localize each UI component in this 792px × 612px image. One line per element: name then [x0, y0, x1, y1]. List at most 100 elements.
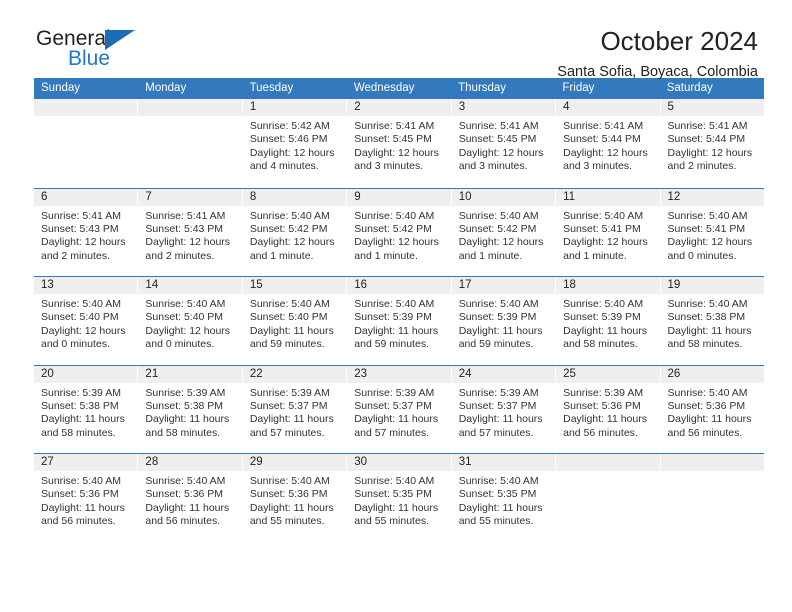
- day-number: [660, 454, 764, 471]
- weekday-header-thursday: Thursday: [458, 82, 507, 94]
- daylight-text: Daylight: 11 hours and 58 minutes.: [563, 324, 647, 351]
- general-blue-logo[interactable]: General Blue: [36, 28, 236, 80]
- sunrise-text: Sunrise: 5:39 AM: [563, 386, 644, 399]
- sunset-text: Sunset: 5:38 PM: [41, 399, 119, 412]
- daylight-text: Daylight: 11 hours and 58 minutes.: [667, 324, 752, 351]
- calendar-day-cell[interactable]: 17 Sunrise: 5:40 AM Sunset: 5:39 PM Dayligh…: [451, 277, 557, 365]
- day-number: 6: [34, 188, 138, 206]
- calendar-week-row: 6 Sunrise: 5:41 AM Sunset: 5:43 PM Daylight…: [34, 187, 764, 277]
- calendar-day-cell[interactable]: 23 Sunrise: 5:39 AM Sunset: 5:37 PM Dayligh…: [347, 365, 452, 453]
- calendar-day-cell[interactable]: 5 Sunrise: 5:41 AM Sunset: 5:44 PM Daylight…: [660, 99, 764, 188]
- calendar-day-cell[interactable]: 24 Sunrise: 5:39 AM Sunset: 5:37 PM Dayligh…: [451, 365, 557, 453]
- weekday-header-wednesday: Wednesday: [353, 82, 415, 94]
- sunrise-text: Sunrise: 5:40 AM: [249, 298, 330, 310]
- sunrise-text: Sunrise: 5:40 AM: [145, 475, 226, 487]
- calendar-day-cell[interactable]: 2 Sunrise: 5:41 AM Sunset: 5:45 PM Daylight…: [347, 99, 452, 188]
- calendar-day-cell[interactable]: 28 Sunrise: 5:40 AM Sunset: 5:36 PM Dayligh…: [138, 454, 243, 542]
- day-number: 10: [451, 188, 556, 206]
- sunset-text: Sunset: 5:36 PM: [563, 399, 641, 412]
- daylight-text: Daylight: 12 hours and 0 minutes.: [667, 236, 753, 262]
- daylight-text: Daylight: 12 hours and 2 minutes.: [145, 236, 231, 262]
- calendar-week-row: 1 Sunrise: 5:42 AM Sunset: 5:46 PM Daylight…: [34, 99, 764, 188]
- page-title: October 2024: [600, 26, 758, 56]
- calendar-day-cell[interactable]: 16 Sunrise: 5:40 AM Sunset: 5:39 PM Dayligh…: [347, 277, 452, 365]
- day-number: 31: [451, 454, 556, 471]
- daylight-text: Daylight: 11 hours and 59 minutes.: [458, 324, 543, 351]
- calendar-week-row: 27 Sunrise: 5:40 AM Sunset: 5:36 PM Dayligh…: [34, 453, 764, 542]
- day-sun-info: Sunrise: 5:41 AM Sunset: 5:45 PM Daylight:…: [347, 116, 450, 174]
- calendar-day-cell[interactable]: 19 Sunrise: 5:40 AM Sunset: 5:38 PM Dayligh…: [660, 277, 764, 365]
- calendar-day-cell[interactable]: 6 Sunrise: 5:41 AM Sunset: 5:43 PM Daylight…: [34, 188, 139, 276]
- day-number: 22: [242, 365, 347, 383]
- sunset-text: Sunset: 5:40 PM: [41, 311, 119, 324]
- daylight-text: Daylight: 11 hours and 55 minutes.: [458, 501, 543, 528]
- calendar-week-row: 13 Sunrise: 5:40 AM Sunset: 5:40 PM Dayligh…: [34, 276, 764, 365]
- calendar-day-cell[interactable]: 10 Sunrise: 5:40 AM Sunset: 5:42 PM Dayligh…: [451, 188, 557, 276]
- sunrise-text: Sunrise: 5:40 AM: [563, 209, 644, 222]
- day-sun-info: Sunrise: 5:40 AM Sunset: 5:40 PM Daylight:…: [34, 294, 137, 352]
- sunset-text: Sunset: 5:42 PM: [354, 222, 432, 235]
- calendar-day-cell[interactable]: 30 Sunrise: 5:40 AM Sunset: 5:35 PM Dayligh…: [347, 454, 452, 542]
- day-sun-info: Sunrise: 5:39 AM Sunset: 5:37 PM Daylight:…: [243, 383, 346, 441]
- calendar-day-cell[interactable]: 3 Sunrise: 5:41 AM Sunset: 5:45 PM Daylight…: [451, 99, 557, 188]
- calendar-day-cell[interactable]: 31 Sunrise: 5:40 AM Sunset: 5:35 PM Dayligh…: [451, 454, 557, 542]
- day-number: 7: [138, 188, 242, 206]
- calendar-day-cell[interactable]: 29 Sunrise: 5:40 AM Sunset: 5:36 PM Dayligh…: [242, 454, 348, 542]
- calendar-day-cell[interactable]: 14 Sunrise: 5:40 AM Sunset: 5:40 PM Dayligh…: [138, 277, 243, 365]
- sunrise-text: Sunrise: 5:40 AM: [667, 386, 748, 399]
- calendar-day-cell[interactable]: 9 Sunrise: 5:40 AM Sunset: 5:42 PM Daylight…: [347, 188, 452, 276]
- sunrise-text: Sunrise: 5:40 AM: [41, 475, 121, 487]
- daylight-text: Daylight: 12 hours and 2 minutes.: [41, 236, 126, 262]
- daylight-text: Daylight: 12 hours and 1 minute.: [354, 236, 439, 262]
- day-number: 18: [556, 277, 660, 294]
- sunrise-text: Sunrise: 5:40 AM: [41, 298, 121, 310]
- day-number: 11: [556, 188, 660, 206]
- sunrise-text: Sunrise: 5:42 AM: [249, 120, 330, 132]
- daylight-text: Daylight: 11 hours and 55 minutes.: [354, 501, 439, 528]
- sunrise-text: Sunrise: 5:41 AM: [458, 120, 539, 132]
- daylight-text: Daylight: 12 hours and 1 minute.: [563, 236, 648, 262]
- calendar-day-cell[interactable]: 1 Sunrise: 5:42 AM Sunset: 5:46 PM Daylight…: [242, 99, 348, 188]
- calendar-day-cell[interactable]: 26 Sunrise: 5:40 AM Sunset: 5:36 PM Dayligh…: [660, 365, 764, 454]
- calendar-day-cell[interactable]: 22 Sunrise: 5:39 AM Sunset: 5:37 PM Dayligh…: [242, 365, 348, 453]
- sunset-text: Sunset: 5:42 PM: [249, 222, 328, 235]
- daylight-text: Daylight: 11 hours and 57 minutes.: [354, 413, 439, 439]
- calendar-day-cell[interactable]: 27 Sunrise: 5:40 AM Sunset: 5:36 PM Dayligh…: [34, 454, 139, 542]
- daylight-text: Daylight: 12 hours and 3 minutes.: [354, 146, 439, 173]
- daylight-text: Daylight: 12 hours and 1 minute.: [249, 236, 335, 262]
- calendar-day-cell[interactable]: 15 Sunrise: 5:40 AM Sunset: 5:40 PM Dayligh…: [242, 277, 348, 365]
- calendar-day-cell[interactable]: 11 Sunrise: 5:40 AM Sunset: 5:41 PM Dayligh…: [556, 188, 661, 276]
- day-sun-info: Sunrise: 5:40 AM Sunset: 5:39 PM Daylight:…: [347, 294, 450, 352]
- sunrise-text: Sunrise: 5:40 AM: [354, 475, 435, 487]
- day-sun-info: Sunrise: 5:41 AM Sunset: 5:43 PM Daylight:…: [34, 206, 137, 264]
- day-sun-info: Sunrise: 5:42 AM Sunset: 5:46 PM Daylight:…: [243, 116, 346, 174]
- day-number: 9: [347, 188, 451, 206]
- calendar-day-cell[interactable]: 4 Sunrise: 5:41 AM Sunset: 5:44 PM Daylight…: [556, 99, 661, 188]
- day-number: 25: [556, 365, 660, 383]
- sunrise-text: Sunrise: 5:39 AM: [354, 386, 435, 399]
- calendar-day-cell[interactable]: 25 Sunrise: 5:39 AM Sunset: 5:36 PM Dayligh…: [556, 365, 661, 453]
- sunset-text: Sunset: 5:41 PM: [667, 222, 746, 235]
- sunrise-text: Sunrise: 5:40 AM: [458, 298, 539, 310]
- daylight-text: Daylight: 12 hours and 0 minutes.: [145, 324, 231, 351]
- calendar-page: General Blue October 2024 Santa Sofia, B…: [0, 0, 792, 612]
- day-number: 1: [242, 99, 347, 116]
- calendar-day-cell[interactable]: 13 Sunrise: 5:40 AM Sunset: 5:40 PM Dayligh…: [34, 277, 139, 365]
- sunrise-text: Sunrise: 5:41 AM: [354, 120, 435, 132]
- daylight-text: Daylight: 12 hours and 1 minute.: [458, 236, 544, 262]
- sunrise-text: Sunrise: 5:40 AM: [563, 298, 644, 310]
- day-sun-info: Sunrise: 5:40 AM Sunset: 5:36 PM Daylight:…: [661, 383, 764, 441]
- calendar-day-cell[interactable]: 8 Sunrise: 5:40 AM Sunset: 5:42 PM Daylight…: [242, 188, 348, 276]
- calendar-week-row: 20 Sunrise: 5:39 AM Sunset: 5:38 PM Dayligh…: [34, 364, 764, 454]
- calendar-day-cell[interactable]: 21 Sunrise: 5:39 AM Sunset: 5:38 PM Dayligh…: [138, 365, 243, 453]
- sunrise-text: Sunrise: 5:39 AM: [249, 386, 330, 399]
- calendar-day-cell[interactable]: 12 Sunrise: 5:40 AM Sunset: 5:41 PM Dayligh…: [660, 188, 764, 277]
- day-number: 24: [451, 365, 556, 383]
- calendar-day-cell[interactable]: 7 Sunrise: 5:41 AM Sunset: 5:43 PM Daylight…: [138, 188, 243, 276]
- daylight-text: Daylight: 11 hours and 58 minutes.: [145, 413, 230, 439]
- calendar-grid: Sunday Monday Tuesday Wednesday Thursday Frid…: [34, 78, 764, 542]
- sunset-text: Sunset: 5:36 PM: [41, 488, 119, 501]
- day-number: 2: [347, 99, 451, 116]
- calendar-day-cell[interactable]: 20 Sunrise: 5:39 AM Sunset: 5:38 PM Dayligh…: [34, 365, 139, 453]
- calendar-day-cell[interactable]: 18 Sunrise: 5:40 AM Sunset: 5:39 PM Dayligh…: [556, 277, 661, 365]
